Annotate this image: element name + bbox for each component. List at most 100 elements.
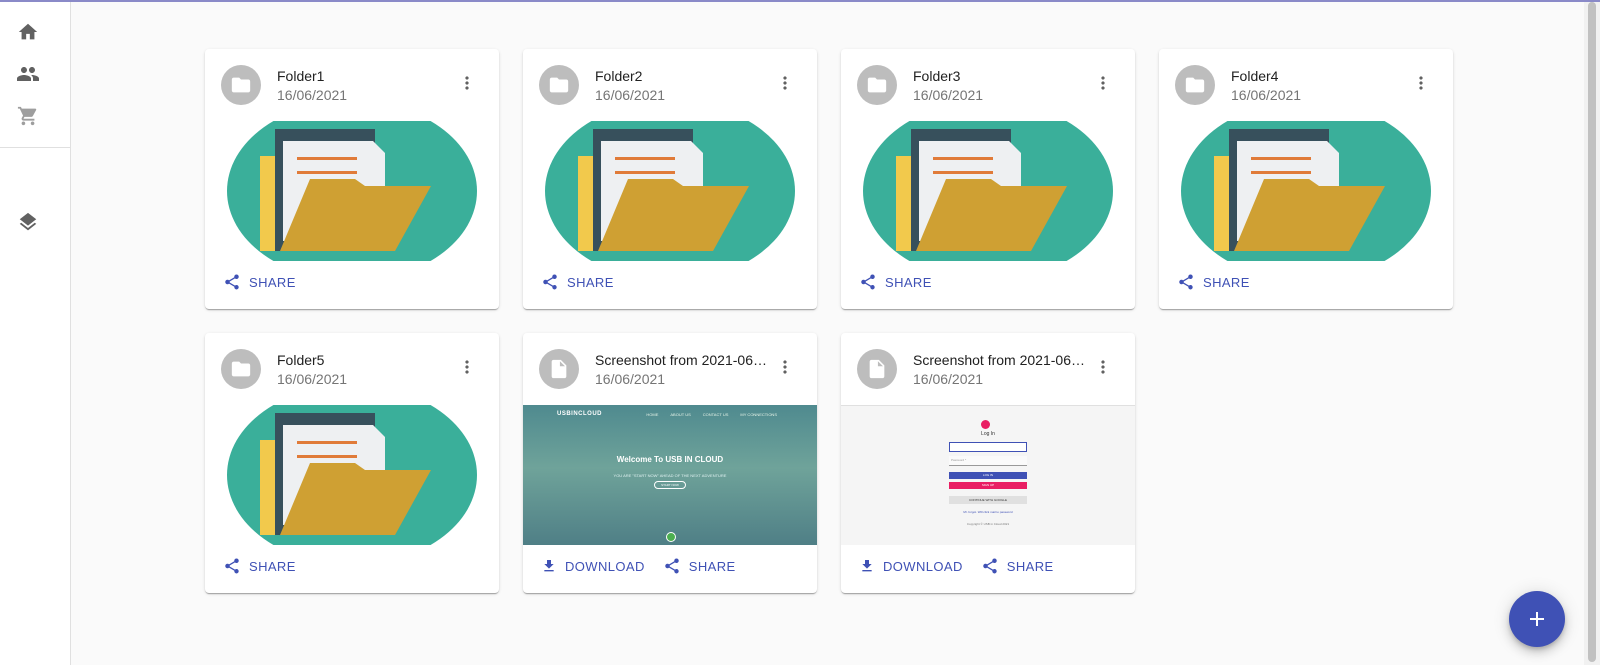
preview-menu-item: ABOUT US [670,412,691,417]
share-button[interactable]: SHARE [535,269,620,295]
file-icon [551,359,567,379]
card-actions: SHARE [523,267,817,297]
folder-illustration [227,121,477,261]
card-actions: SHARE [1159,267,1453,297]
card-date: 16/06/2021 [277,371,348,387]
card-more-button[interactable] [1409,71,1433,95]
folder-illustration [863,121,1113,261]
folder-icon [867,77,887,93]
file-thumbnail[interactable]: Log In Password * LOG IN SIGN UP CONTINU… [841,405,1135,545]
folder-card[interactable]: Folder1 16/06/2021 SHARE [205,49,499,309]
share-icon [665,558,679,574]
sidebar-item-people[interactable] [14,60,42,88]
share-label: SHARE [249,274,296,290]
card-date: 16/06/2021 [913,87,984,103]
card-more-button[interactable] [773,71,797,95]
preview-welcome: Welcome To USB IN CLOUD [616,455,724,464]
folder-thumbnail[interactable] [205,121,499,261]
share-label: SHARE [567,274,614,290]
preview-tagline: YOU ARE "START NOW" AHEAD OF THE NEXT AD… [613,473,727,478]
card-avatar [857,349,897,389]
card-date: 16/06/2021 [277,87,348,103]
card-more-button[interactable] [1091,71,1115,95]
share-icon [225,274,239,290]
card-actions: DOWNLOAD SHARE [523,551,817,581]
file-thumbnail[interactable]: USBINCLOUD HOME ABOUT US CONTACT US MY C… [523,405,817,545]
file-card[interactable]: Screenshot from 2021-06-... 16/06/2021 L… [841,333,1135,593]
share-icon [861,274,875,290]
file-card[interactable]: Screenshot from 2021-06-... 16/06/2021 U… [523,333,817,593]
preview-signup-button: SIGN UP [949,482,1027,489]
preview-forgot-link: Mr. forgot. Will click mail to password [963,510,1013,514]
card-title: Folder1 [277,68,325,84]
preview-login-button: LOG IN [949,472,1027,479]
card-date: 16/06/2021 [595,87,666,103]
folder-card[interactable]: Folder3 16/06/2021 SHARE [841,49,1135,309]
more-vert-icon [783,360,787,374]
preview-menu-item: CONTACT US [702,412,729,417]
share-icon [983,558,997,574]
preview-login-title: Log In [981,431,995,437]
share-icon [543,274,557,290]
share-button[interactable]: SHARE [217,553,302,579]
share-button[interactable]: SHARE [217,269,302,295]
preview-status-dot [666,532,676,542]
more-vert-icon [1419,76,1423,90]
more-vert-icon [465,360,469,374]
card-more-button[interactable] [1091,355,1115,379]
share-button[interactable]: SHARE [853,269,938,295]
preview-password-field: Password * [949,456,1027,466]
preview-google-button: CONTINUE WITH GOOGLE [949,496,1027,504]
folder-illustration [227,405,477,545]
folder-icon [1185,77,1205,93]
layers-icon [19,212,37,231]
share-button[interactable]: SHARE [1171,269,1256,295]
file-icon [869,359,885,379]
sidebar-item-cart[interactable] [14,102,42,130]
card-title: Folder5 [277,352,325,368]
add-button[interactable] [1509,591,1565,647]
share-label: SHARE [1006,558,1054,574]
card-more-button[interactable] [455,355,479,379]
download-button[interactable]: DOWNLOAD [535,554,651,578]
preview-lock-icon [981,420,990,429]
folder-thumbnail[interactable] [205,405,499,545]
card-date: 16/06/2021 [913,371,984,387]
card-actions: SHARE [205,551,499,581]
share-label: SHARE [1203,274,1250,290]
share-label: SHARE [688,558,736,574]
sidebar-item-home[interactable] [14,18,42,46]
folder-illustration [545,121,795,261]
folder-thumbnail[interactable] [1159,121,1453,261]
card-more-button[interactable] [455,71,479,95]
card-more-button[interactable] [773,355,797,379]
people-icon [17,67,39,81]
share-button[interactable]: SHARE [657,553,742,579]
sidebar-item-layers[interactable] [14,208,42,236]
folder-thumbnail[interactable] [523,121,817,261]
preview-menu-item: HOME [646,412,659,417]
preview-cta: START NOW [654,481,686,489]
folder-thumbnail[interactable] [841,121,1135,261]
preview-copyright: Copyright © USB in Cloud 2021 [966,522,1010,526]
folder-card[interactable]: Folder5 16/06/2021 SHARE [205,333,499,593]
share-icon [1179,274,1193,290]
download-icon [544,560,554,572]
download-button[interactable]: DOWNLOAD [853,554,969,578]
more-vert-icon [783,76,787,90]
folder-icon [231,77,251,93]
folder-icon [549,77,569,93]
card-title: Screenshot from 2021-06-... [595,352,767,368]
share-button[interactable]: SHARE [975,553,1060,579]
card-actions: DOWNLOAD SHARE [841,551,1135,581]
page-scrollbar[interactable] [1584,2,1600,665]
sidebar-divider [0,147,71,148]
sidebar [0,2,71,665]
folder-card[interactable]: Folder2 16/06/2021 SHARE [523,49,817,309]
preview-menu: HOME ABOUT US CONTACT US MY CONNECTIONS [646,412,777,417]
folder-card[interactable]: Folder4 16/06/2021 SHARE [1159,49,1453,309]
shopping-cart-icon [17,106,37,126]
preview-email-field [949,442,1027,452]
home-icon [18,23,38,40]
scrollbar-thumb[interactable] [1588,2,1596,662]
